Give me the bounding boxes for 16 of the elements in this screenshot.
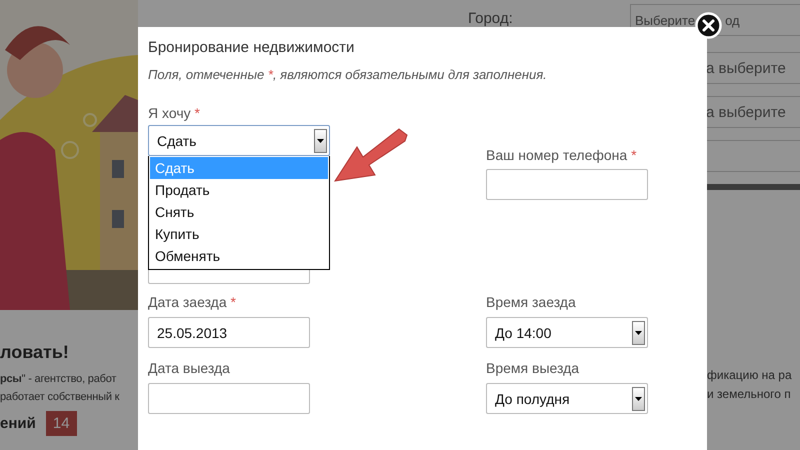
- field-label: Время выезда: [486, 360, 580, 376]
- field-label: Время заезда: [486, 294, 577, 310]
- welcome-heading: ловать!: [0, 342, 70, 363]
- counter-label: ений: [0, 415, 36, 432]
- intro-text: фикацию на ра: [707, 368, 793, 382]
- intro-text: рсы" - агентство, работ: [0, 373, 118, 385]
- field-label: Дата заезда *: [148, 294, 237, 310]
- intro-text: и земельного п: [707, 387, 792, 401]
- field-label: Ваш номер телефона *: [486, 147, 638, 163]
- required-note: Поля, отмеченные *, являются обязательными для заполнения.: [148, 67, 548, 82]
- field-label: Я хочу *: [148, 105, 201, 121]
- intro-text: работает собственный к: [0, 391, 120, 403]
- count-badge: 14: [46, 411, 77, 436]
- dialog-title: Бронирование недвижимости: [148, 38, 356, 58]
- city-label: Город:: [468, 10, 514, 27]
- field-label: Дата выезда: [148, 360, 231, 376]
